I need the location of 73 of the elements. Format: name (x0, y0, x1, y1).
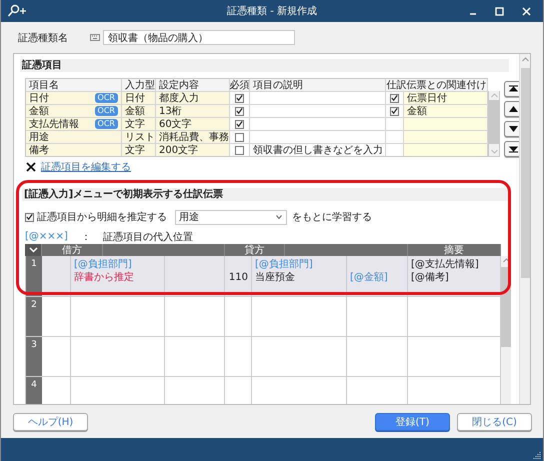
item-name: 用途 (29, 131, 49, 144)
checkbox[interactable] (235, 132, 244, 142)
column-header: 仕訳伝票との関連付け (386, 79, 488, 91)
estimate-checkbox[interactable]: 証憑項目から明細を推定する (25, 210, 175, 224)
ocr-badge[interactable]: OCR (94, 119, 118, 129)
collapse-toggle[interactable] (25, 244, 42, 256)
journal-row[interactable]: 2 (26, 297, 501, 337)
checkbox[interactable] (235, 120, 244, 128)
section-header: [証憑入力]メニューで初期表示する仕訳伝票 (22, 188, 509, 201)
item-name: 支払先情報 (29, 118, 79, 131)
down-triangle-icon (508, 126, 518, 132)
ocr-badge[interactable]: OCR (94, 106, 118, 116)
table-cell: リスト (122, 131, 156, 143)
item-name: 日付 (29, 92, 49, 105)
maximize-icon[interactable] (495, 6, 504, 16)
journal-row[interactable]: 4 (26, 377, 501, 404)
table-cell: 金額 (122, 105, 156, 117)
move-bottom-button[interactable] (504, 141, 519, 157)
checkbox[interactable] (390, 106, 399, 116)
table-cell: 金額 (404, 105, 488, 117)
checkbox[interactable] (235, 94, 244, 102)
section-header: 証憑項目 (20, 59, 509, 72)
column-header: 設定内容 (156, 79, 230, 91)
table-cell: 文字 (122, 144, 156, 156)
journal-row[interactable]: 1 [@負担部門] 辞書から推定 110 [@負担部門] 当座預金 [@金額] [@支払先情報] [@備考] (26, 256, 501, 297)
field-label: 証憑種類名 (18, 32, 69, 44)
placeholder-token: [@×××] (25, 231, 69, 242)
move-up-button[interactable] (504, 101, 519, 117)
scrollbar[interactable] (519, 54, 530, 404)
register-button[interactable]: 登録(T) (375, 412, 450, 430)
checkbox[interactable] (390, 94, 399, 102)
legend-colon: ： (81, 230, 92, 244)
close-icon[interactable] (522, 6, 531, 16)
move-bottom-icon (508, 145, 518, 153)
scrollbar[interactable] (501, 256, 511, 404)
table-cell: 都度入力 (156, 92, 230, 104)
item-select[interactable]: 用途 (175, 210, 287, 224)
item-name: 金額 (29, 104, 49, 118)
column-header: 必須 (230, 79, 250, 91)
checkbox[interactable] (235, 106, 244, 116)
chevron-down-icon (276, 215, 282, 219)
resize-grip-icon[interactable] (533, 451, 541, 459)
close-button[interactable]: 閉じる(C) (457, 412, 532, 430)
window-title: 証憑種類 - 新規作成 (227, 4, 317, 18)
ocr-badge[interactable]: OCR (94, 93, 118, 103)
table-cell: 文字 (122, 118, 156, 130)
table-cell: 消耗品費、事務 (156, 131, 230, 143)
column-header: 項目の説明 (250, 79, 386, 91)
up-triangle-icon (508, 106, 518, 112)
column-header: 項目名 (26, 79, 122, 91)
scroll-up-icon[interactable] (502, 258, 510, 263)
legend-text: 証憑項目の代入位置 (103, 230, 193, 244)
help-button[interactable]: ヘルプ(H) (13, 412, 88, 430)
move-top-button[interactable] (504, 81, 519, 97)
table-cell: 伝票日付 (404, 92, 488, 104)
checkmark-icon (26, 213, 33, 221)
learn-text: をもとに学習する (292, 211, 372, 224)
column-header: 入力型 (122, 79, 156, 91)
keyboard-icon (90, 34, 100, 41)
table-cell: 13桁 (156, 105, 230, 117)
item-name: 備考 (29, 144, 49, 157)
voucher-name-field[interactable]: 領収書（物品の購入） (103, 30, 295, 45)
table-cell: 領収書の但し書きなどを入力 (250, 144, 386, 156)
table-cell: 60文字 (156, 118, 230, 130)
checkbox[interactable] (235, 146, 244, 154)
search-plus-icon[interactable] (7, 4, 27, 18)
table-cell: 日付 (122, 92, 156, 104)
move-down-button[interactable] (504, 121, 519, 137)
chevron-down-icon (28, 247, 38, 253)
edit-items-link[interactable]: 証憑項目を編集する (41, 160, 131, 174)
journal-row[interactable]: 3 (26, 337, 501, 377)
table-cell: 200文字 (156, 144, 230, 156)
move-top-icon (508, 85, 518, 93)
